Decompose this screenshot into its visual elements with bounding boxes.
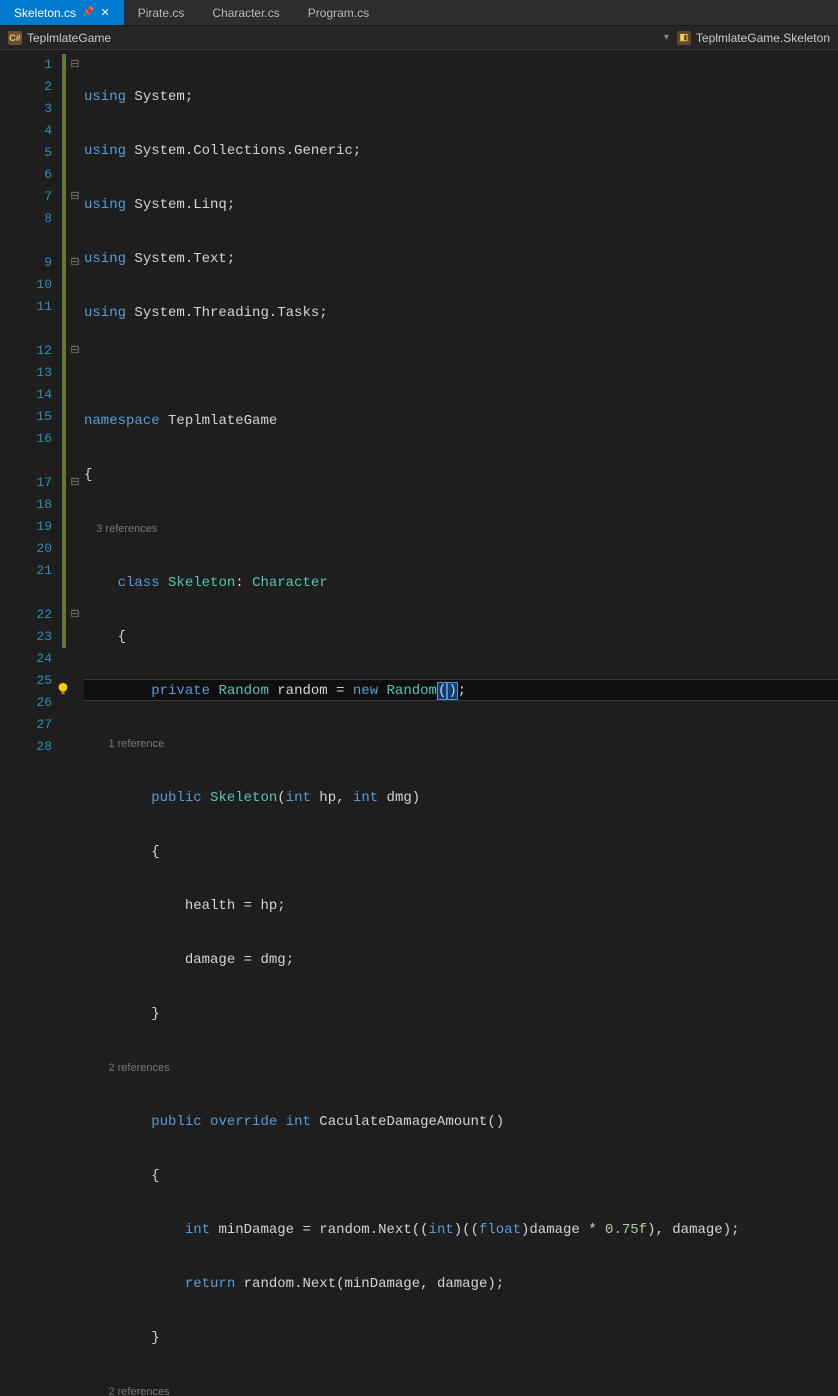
code-line[interactable]: using System.Collections.Generic;: [84, 140, 838, 162]
fold-toggle[interactable]: ⊟: [66, 340, 84, 362]
code-line[interactable]: }: [84, 1003, 838, 1025]
tab-label: Program.cs: [308, 6, 369, 20]
code-line[interactable]: return random.Next(minDamage, damage);: [84, 1273, 838, 1295]
codelens-references[interactable]: 2 references: [84, 1057, 838, 1079]
code-line[interactable]: using System.Text;: [84, 248, 838, 270]
code-line[interactable]: damage = dmg;: [84, 949, 838, 971]
code-editor[interactable]: 1 2 3 4 5 6 7 8 9 10 11 12 13 14 15 16 1…: [0, 50, 838, 698]
code-line[interactable]: int minDamage = random.Next((int)((float…: [84, 1219, 838, 1241]
code-line[interactable]: health = hp;: [84, 895, 838, 917]
tab-label: Skeleton.cs: [14, 6, 76, 20]
breadcrumb-namespace[interactable]: C# TeplmlateGame: [0, 26, 119, 49]
fold-toggle[interactable]: ⊟: [66, 186, 84, 208]
tab-program[interactable]: Program.cs: [294, 0, 383, 25]
close-icon[interactable]: ✕: [101, 6, 110, 19]
tab-skeleton[interactable]: Skeleton.cs 📌 ✕: [0, 0, 124, 25]
breadcrumb: C# TeplmlateGame ▾ ◧ TeplmlateGame.Skele…: [0, 26, 838, 50]
code-line[interactable]: {: [84, 1165, 838, 1187]
breadcrumb-label: TeplmlateGame: [27, 31, 111, 45]
breadcrumb-label: TeplmlateGame.Skeleton: [696, 31, 830, 45]
change-indicator: [62, 54, 66, 648]
fold-toggle[interactable]: ⊟: [66, 252, 84, 274]
code-line[interactable]: {: [84, 841, 838, 863]
csharp-icon: C#: [8, 31, 22, 45]
code-line[interactable]: public override int CaculateDamageAmount…: [84, 1111, 838, 1133]
breadcrumb-class[interactable]: ◧ TeplmlateGame.Skeleton: [669, 26, 838, 49]
code-line[interactable]: }: [84, 1327, 838, 1349]
tab-label: Character.cs: [212, 6, 279, 20]
pin-icon[interactable]: 📌: [82, 7, 94, 18]
codelens-references[interactable]: 1 reference: [84, 733, 838, 755]
code-line[interactable]: {: [84, 464, 838, 486]
code-line[interactable]: {: [84, 626, 838, 648]
code-line[interactable]: class Skeleton: Character: [84, 572, 838, 594]
tab-pirate[interactable]: Pirate.cs: [124, 0, 199, 25]
tab-label: Pirate.cs: [138, 6, 185, 20]
code-line[interactable]: namespace TeplmlateGame: [84, 410, 838, 432]
code-line[interactable]: using System;: [84, 86, 838, 108]
fold-toggle[interactable]: ⊟: [66, 472, 84, 494]
fold-toggle[interactable]: ⊟: [66, 604, 84, 626]
codelens-references[interactable]: 3 references: [84, 518, 838, 540]
line-gutter: 1 2 3 4 5 6 7 8 9 10 11 12 13 14 15 16 1…: [0, 50, 66, 698]
code-line[interactable]: [84, 356, 838, 378]
codelens-references[interactable]: 2 references: [84, 1381, 838, 1396]
fold-toggle[interactable]: ⊟: [66, 54, 84, 76]
tab-character[interactable]: Character.cs: [198, 0, 293, 25]
lightbulb-icon[interactable]: [56, 682, 70, 696]
code-area[interactable]: using System; using System.Collections.G…: [84, 50, 838, 698]
class-icon: ◧: [677, 31, 691, 45]
file-tabs: Skeleton.cs 📌 ✕ Pirate.cs Character.cs P…: [0, 0, 838, 26]
code-line[interactable]: using System.Linq;: [84, 194, 838, 216]
code-line[interactable]: using System.Threading.Tasks;: [84, 302, 838, 324]
fold-column: ⊟ ⊟ ⊟ ⊟ ⊟ ⊟: [66, 50, 84, 698]
code-line[interactable]: public Skeleton(int hp, int dmg): [84, 787, 838, 809]
